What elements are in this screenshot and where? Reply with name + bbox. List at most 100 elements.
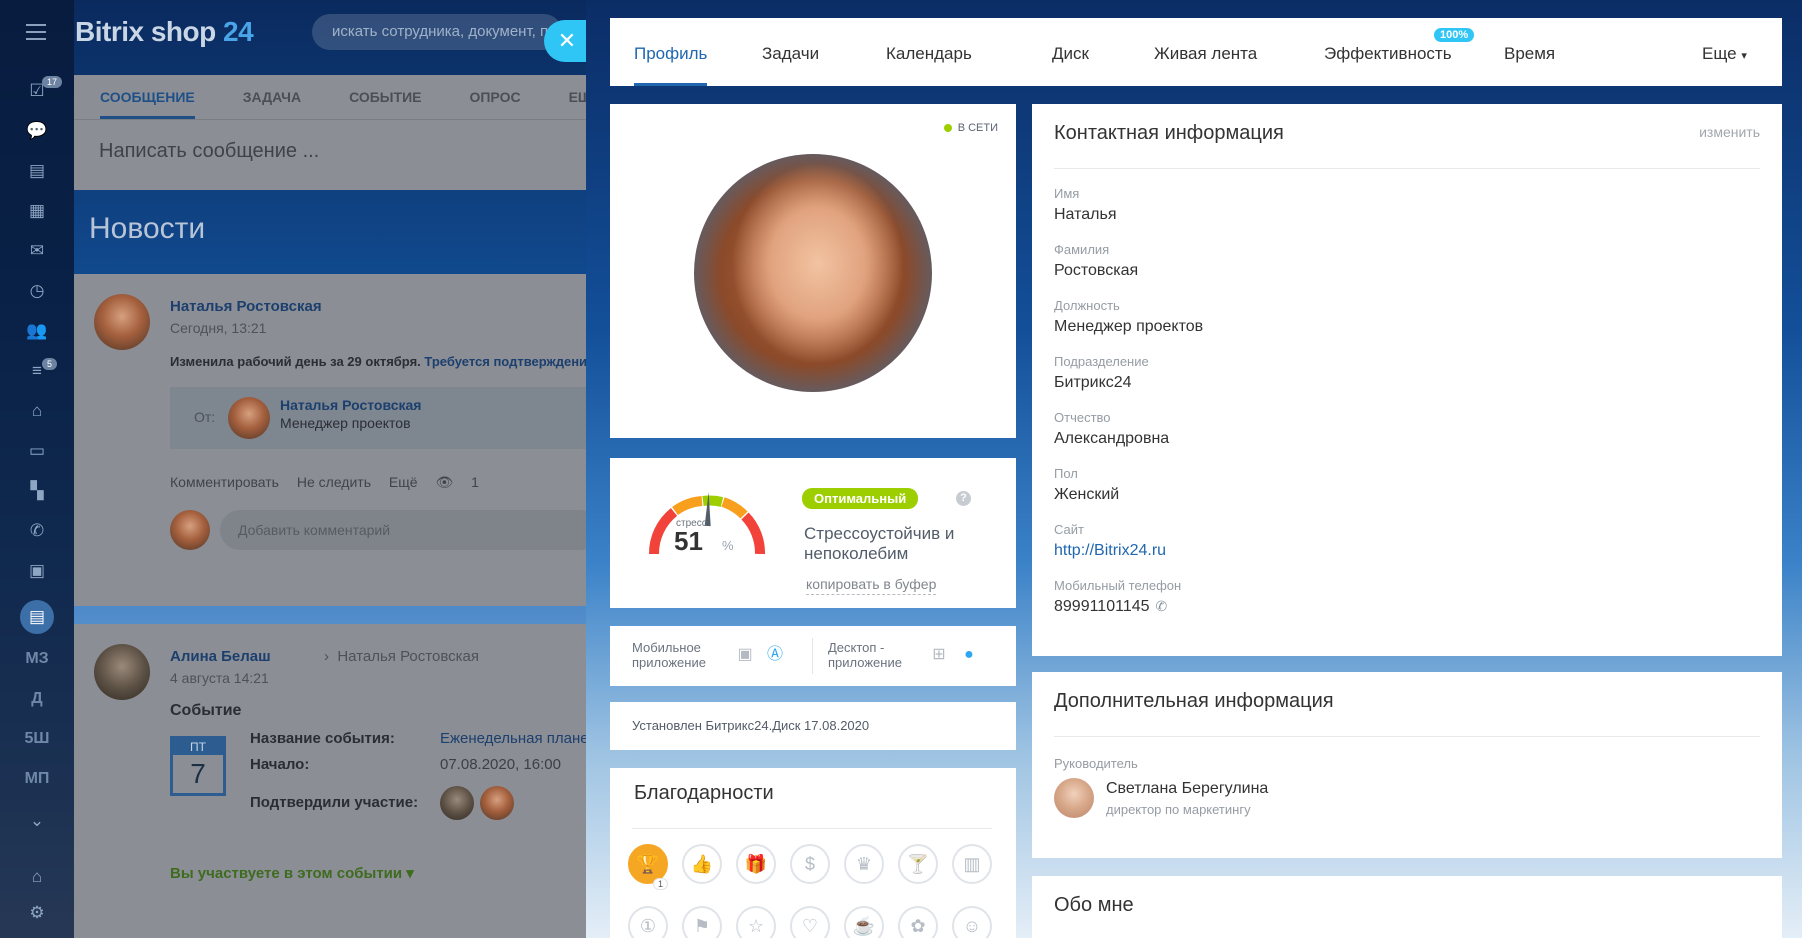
tab-more[interactable]: Еще ▾ (1702, 18, 1747, 86)
mobile-phone-label: Мобильный телефон (1054, 578, 1182, 593)
tab-calendar[interactable]: Календарь (886, 18, 972, 86)
home-icon[interactable]: ⌂ (22, 864, 52, 890)
rail-item-d[interactable]: Д (22, 686, 52, 712)
tab-time[interactable]: Время (1504, 18, 1555, 86)
chat-icon[interactable]: 💬 (22, 118, 52, 144)
news-title: Новости (89, 212, 206, 245)
recipient-name[interactable]: Наталья Ростовская (337, 648, 479, 665)
composer-tabs: СООБЩЕНИЕ ЗАДАЧА СОБЫТИЕ ОПРОС ЕЩЁ (74, 75, 602, 120)
search-input[interactable]: искать сотрудника, документ, прочее... (312, 14, 562, 50)
avatar[interactable] (440, 786, 474, 820)
post-author[interactable]: Алина Белаш (170, 648, 271, 665)
tab-profile[interactable]: Профиль (634, 18, 708, 86)
confirmation-link[interactable]: Требуется подтверждение (424, 354, 594, 369)
manager-name[interactable]: Светлана Берегулина (1106, 780, 1268, 798)
phone-icon[interactable]: ✆ (1156, 598, 1168, 614)
thumbs-up-icon[interactable]: 👍 (682, 844, 722, 884)
crown-icon[interactable]: ♛ (844, 844, 884, 884)
profile-tabs: Профиль Задачи Календарь Диск Живая лент… (610, 18, 1782, 86)
close-slider-button[interactable]: ✕ (544, 20, 590, 62)
avatar[interactable] (94, 294, 150, 350)
avatar[interactable] (94, 644, 150, 700)
app-store-icon[interactable]: Ⓐ (764, 644, 786, 666)
apple-icon[interactable]: ● (958, 644, 980, 666)
stress-unit: % (722, 538, 734, 553)
drive-icon[interactable]: ▤ (22, 158, 52, 184)
gauge-segment-red (741, 512, 765, 555)
calendar-icon[interactable]: ▦ (22, 198, 52, 224)
smile-icon[interactable]: ☺ (952, 906, 992, 938)
more-button[interactable]: Ещё (389, 474, 418, 490)
apps-icon[interactable]: ▚ (22, 478, 52, 504)
cocktail-icon[interactable]: 🍸 (898, 844, 938, 884)
menu-icon[interactable] (26, 24, 46, 40)
feed-post: Алина Белаш › Наталья Ростовская 4 авгус… (74, 624, 612, 938)
flag-icon[interactable]: ⚑ (682, 906, 722, 938)
tab-event[interactable]: СОБЫТИЕ (349, 75, 421, 119)
profile-photo[interactable] (694, 154, 932, 392)
contact-card: Контактная информация изменить Имя Натал… (1032, 104, 1782, 656)
feed-icon[interactable]: ▤ (20, 600, 54, 634)
copy-to-clipboard-link[interactable]: копировать в буфер (806, 576, 937, 595)
gear-icon[interactable]: ⚙ (22, 900, 52, 926)
chevron-right-icon: › (324, 648, 329, 665)
chevron-down-icon[interactable]: ⌄ (22, 808, 52, 834)
number-one-icon[interactable]: ① (628, 906, 668, 938)
tab-task[interactable]: ЗАДАЧА (243, 75, 301, 119)
gender-label: Пол (1054, 466, 1078, 481)
clock-icon[interactable]: ◷ (22, 278, 52, 304)
cake-icon[interactable]: ▥ (952, 844, 992, 884)
last-name-label: Фамилия (1054, 242, 1110, 257)
android-icon[interactable]: ▣ (734, 644, 756, 666)
comment-button[interactable]: Комментировать (170, 474, 279, 490)
participate-dropdown[interactable]: Вы участвуете в этом событии ▾ (170, 864, 414, 882)
tab-poll[interactable]: ОПРОС (469, 75, 520, 119)
rail-item-5sh[interactable]: 5Ш (22, 726, 52, 752)
avatar[interactable] (1054, 778, 1094, 818)
close-icon: ✕ (557, 28, 577, 53)
edit-contact-link[interactable]: изменить (1699, 124, 1760, 140)
phone-icon[interactable]: ✆ (22, 518, 52, 544)
post-text-body: Изменила рабочий день за 29 октября. (170, 354, 421, 369)
calendar-date: ПТ 7 (170, 736, 226, 796)
help-icon[interactable]: ? (956, 491, 971, 506)
heart-icon[interactable]: ♡ (790, 906, 830, 938)
stress-value: 51 (674, 526, 703, 556)
flower-icon[interactable]: ✿ (898, 906, 938, 938)
from-name[interactable]: Наталья Ростовская (280, 397, 421, 413)
shop-icon[interactable]: ⌂ (22, 398, 52, 424)
post-composer: СООБЩЕНИЕ ЗАДАЧА СОБЫТИЕ ОПРОС ЕЩЁ Напис… (74, 75, 602, 190)
avatar[interactable] (228, 397, 270, 439)
rail-item-mp[interactable]: МП (22, 766, 52, 792)
tab-live-feed[interactable]: Живая лента (1154, 18, 1257, 86)
tasks-badge: 17 (42, 76, 63, 88)
star-icon[interactable]: ☆ (736, 906, 776, 938)
tab-message[interactable]: СООБЩЕНИЕ (100, 75, 195, 119)
window-icon[interactable]: ▭ (22, 438, 52, 464)
message-placeholder[interactable]: Написать сообщение ... (74, 120, 586, 163)
mobile-phone-value[interactable]: 89991101145 ✆ (1054, 598, 1167, 616)
online-status: В СЕТИ (943, 122, 998, 134)
divider (1054, 168, 1760, 169)
department-value: Битрикс24 (1054, 374, 1132, 391)
tab-disk[interactable]: Диск (1052, 18, 1089, 86)
efficiency-badge: 100% (1434, 28, 1475, 42)
contact-title: Контактная информация (1054, 122, 1284, 144)
post-author[interactable]: Наталья Ростовская (170, 298, 322, 315)
cup-icon[interactable]: ☕ (844, 906, 884, 938)
money-icon[interactable]: $ (790, 844, 830, 884)
rail-item-mz[interactable]: МЗ (22, 646, 52, 672)
windows-icon[interactable]: ⊞ (928, 644, 950, 666)
event-start-label: Начало: (250, 756, 310, 773)
contact-card-icon[interactable]: ▣ (22, 558, 52, 584)
avatar[interactable] (480, 786, 514, 820)
tab-tasks[interactable]: Задачи (762, 18, 819, 86)
tab-efficiency[interactable]: Эффективность (1324, 18, 1452, 86)
gift-icon[interactable]: 🎁 (736, 844, 776, 884)
portal-logo[interactable]: Bitrix shop 24 (75, 16, 254, 48)
comment-input[interactable]: Добавить комментарий (220, 510, 600, 550)
people-icon[interactable]: 👥 (22, 318, 52, 344)
website-link[interactable]: http://Bitrix24.ru (1054, 542, 1166, 560)
unfollow-button[interactable]: Не следить (297, 474, 371, 490)
mail-icon[interactable]: ✉ (22, 238, 52, 264)
